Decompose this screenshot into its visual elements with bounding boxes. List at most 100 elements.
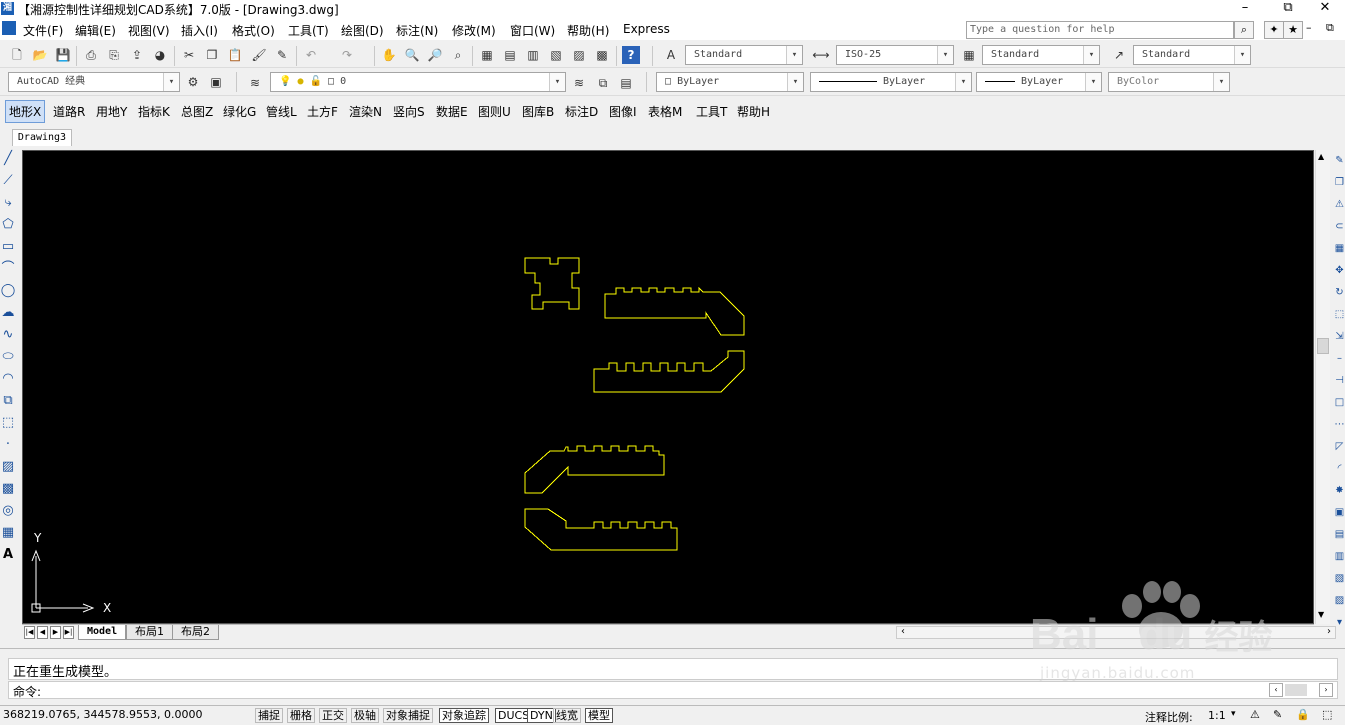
menu-edit[interactable]: 编辑(E) (75, 22, 116, 39)
publish-icon[interactable]: ⇪ (128, 46, 146, 64)
explode-icon[interactable]: ✸ (1334, 480, 1345, 502)
custom-menu-road[interactable]: 道路R (53, 103, 85, 120)
custom-menu-annotate[interactable]: 标注D (565, 103, 598, 120)
building-outline-small[interactable] (524, 257, 580, 310)
plotstyle-select[interactable]: ByColor ▾ (1108, 72, 1230, 92)
text-style-select[interactable]: Standard ▾ (685, 45, 803, 65)
custom-menu-earthwork[interactable]: 土方F (307, 103, 338, 120)
annotation-visibility-icon[interactable]: ⚠ (1250, 708, 1260, 721)
layer-state-icon[interactable]: ▤ (617, 74, 635, 92)
redo-icon[interactable]: ↷ (338, 46, 356, 64)
cut-icon[interactable]: ✂ (180, 46, 198, 64)
layer-manager-icon[interactable]: ≋ (246, 74, 264, 92)
vertical-scrollbar[interactable]: ▲ ▼ (1315, 150, 1330, 624)
workspace-save-icon[interactable]: ▣ (207, 73, 225, 91)
offset-icon[interactable]: ⊂ (1334, 216, 1345, 238)
custom-menu-tools[interactable]: 工具T (696, 103, 727, 120)
break-icon[interactable]: □ (1334, 392, 1345, 414)
rectangle-icon[interactable]: ▭ (0, 236, 16, 258)
mirror-icon[interactable]: ⚠ (1334, 194, 1345, 216)
scale-icon[interactable]: ⬚ (1334, 304, 1345, 326)
stretch-icon[interactable]: ⇲ (1334, 326, 1345, 348)
plot-preview-icon[interactable]: ⎘ (105, 46, 123, 64)
trim-icon[interactable]: – (1334, 348, 1345, 370)
undo-icon[interactable]: ↶ (302, 46, 320, 64)
toggle-osnap[interactable]: 对象捕捉 (383, 708, 433, 723)
workspace-settings-icon[interactable]: ⚙ (184, 73, 202, 91)
model-space-geometry[interactable] (23, 151, 1315, 625)
clean-screen-icon[interactable]: ⬚ (1322, 708, 1332, 721)
print-icon[interactable]: ⎙ (82, 46, 100, 64)
erase-icon[interactable]: ✎ (1334, 150, 1345, 172)
dim-style-icon[interactable]: ⟷ (812, 46, 830, 64)
toggle-otrack[interactable]: 对象追踪 (439, 708, 489, 723)
scroll-left-icon[interactable]: ‹ (1269, 683, 1283, 697)
custom-menu-help[interactable]: 帮助H (737, 103, 770, 120)
custom-menu-greening[interactable]: 绿化G (223, 103, 256, 120)
revision-cloud-icon[interactable]: ☁ (0, 302, 16, 324)
move-icon[interactable]: ✥ (1334, 260, 1345, 282)
layer-select[interactable]: 💡 ● 🔓 □ 0 ▾ (270, 72, 566, 92)
dim-style-select[interactable]: ISO-25 ▾ (836, 45, 954, 65)
circle-icon[interactable]: ◯ (0, 280, 16, 302)
toggle-grid[interactable]: 栅格 (287, 708, 315, 723)
drawing-canvas[interactable]: Y X (22, 150, 1314, 624)
copy-icon[interactable]: ❐ (203, 46, 221, 64)
communication-center-icon[interactable]: ✦ (1264, 21, 1284, 39)
custom-menu-image[interactable]: 图像I (609, 103, 637, 120)
custom-menu-table[interactable]: 表格M (648, 103, 682, 120)
tool-palettes-icon[interactable]: ▥ (524, 46, 542, 64)
toggle-dyn[interactable]: DYN (527, 708, 556, 723)
menu-dimension[interactable]: 标注(N) (396, 22, 438, 39)
favorites-icon[interactable]: ★ (1283, 21, 1303, 39)
table-style-icon[interactable]: ▦ (960, 46, 978, 64)
region-icon[interactable]: ◎ (0, 500, 16, 522)
toggle-polar[interactable]: 极轴 (351, 708, 379, 723)
command-scroll-thumb[interactable] (1285, 684, 1307, 696)
auto-scale-icon[interactable]: ✎ (1273, 708, 1282, 721)
color-select[interactable]: □ ByLayer ▾ (656, 72, 804, 92)
zoom-previous-icon[interactable]: ⌕ (449, 46, 467, 64)
doc-minimize-button[interactable]: – (1306, 21, 1312, 34)
scroll-thumb[interactable] (1317, 338, 1329, 354)
menu-modify[interactable]: 修改(M) (452, 22, 496, 39)
scroll-down-icon[interactable]: ▼ (1318, 610, 1324, 619)
toggle-lineweight[interactable]: 线宽 (553, 708, 581, 723)
gradient-icon[interactable]: ▩ (0, 478, 16, 500)
first-layout-icon[interactable]: |◀ (24, 626, 35, 639)
search-icon[interactable]: ⌕ (1234, 21, 1254, 39)
multileader-style-icon[interactable]: ↗ (1110, 46, 1128, 64)
insert-block-icon[interactable]: ⧉ (0, 390, 16, 412)
text-style-icon[interactable]: A (662, 46, 680, 64)
table-style-select[interactable]: Standard ▾ (982, 45, 1100, 65)
menu-view[interactable]: 视图(V) (128, 22, 170, 39)
menu-help[interactable]: 帮助(H) (567, 22, 609, 39)
scroll-up-icon[interactable]: ▲ (1318, 152, 1324, 161)
block-editor-icon[interactable]: ✎ (273, 46, 291, 64)
extend-icon[interactable]: ⊣ (1334, 370, 1345, 392)
3d-dwf-icon[interactable]: ◕ (151, 46, 169, 64)
new-file-icon[interactable]: 🗋 (8, 46, 26, 64)
tab-layout-2[interactable]: 布局2 (172, 625, 219, 640)
custom-menu-pipeline[interactable]: 管线L (266, 103, 297, 120)
tab-model[interactable]: Model (78, 625, 127, 640)
menu-tools[interactable]: 工具(T) (288, 22, 329, 39)
next-layout-icon[interactable]: ▶ (50, 626, 61, 639)
help-icon[interactable]: ? (622, 46, 640, 64)
copy-icon[interactable]: ❐ (1334, 172, 1345, 194)
custom-menu-render[interactable]: 渲染N (349, 103, 382, 120)
horizontal-scrollbar[interactable]: ‹ › (896, 626, 1336, 639)
custom-menu-library[interactable]: 图库B (522, 103, 554, 120)
chevron-down-icon[interactable]: ▾ (1231, 709, 1236, 719)
toggle-snap[interactable]: 捕捉 (255, 708, 283, 723)
doc-restore-button[interactable]: ⧉ (1326, 21, 1334, 35)
open-file-icon[interactable]: 📂 (31, 46, 49, 64)
make-layer-current-icon[interactable]: ≋ (570, 74, 588, 92)
annotation-scale-value[interactable]: 1:1 (1208, 709, 1226, 722)
custom-menu-index[interactable]: 指标K (138, 103, 170, 120)
join-icon[interactable]: ⋯ (1334, 414, 1345, 436)
zoom-window-icon[interactable]: 🔎 (426, 46, 444, 64)
layer-previous-icon[interactable]: ⧉ (594, 74, 612, 92)
tab-layout-1[interactable]: 布局1 (126, 625, 173, 640)
spline-icon[interactable]: ∿ (0, 324, 16, 346)
